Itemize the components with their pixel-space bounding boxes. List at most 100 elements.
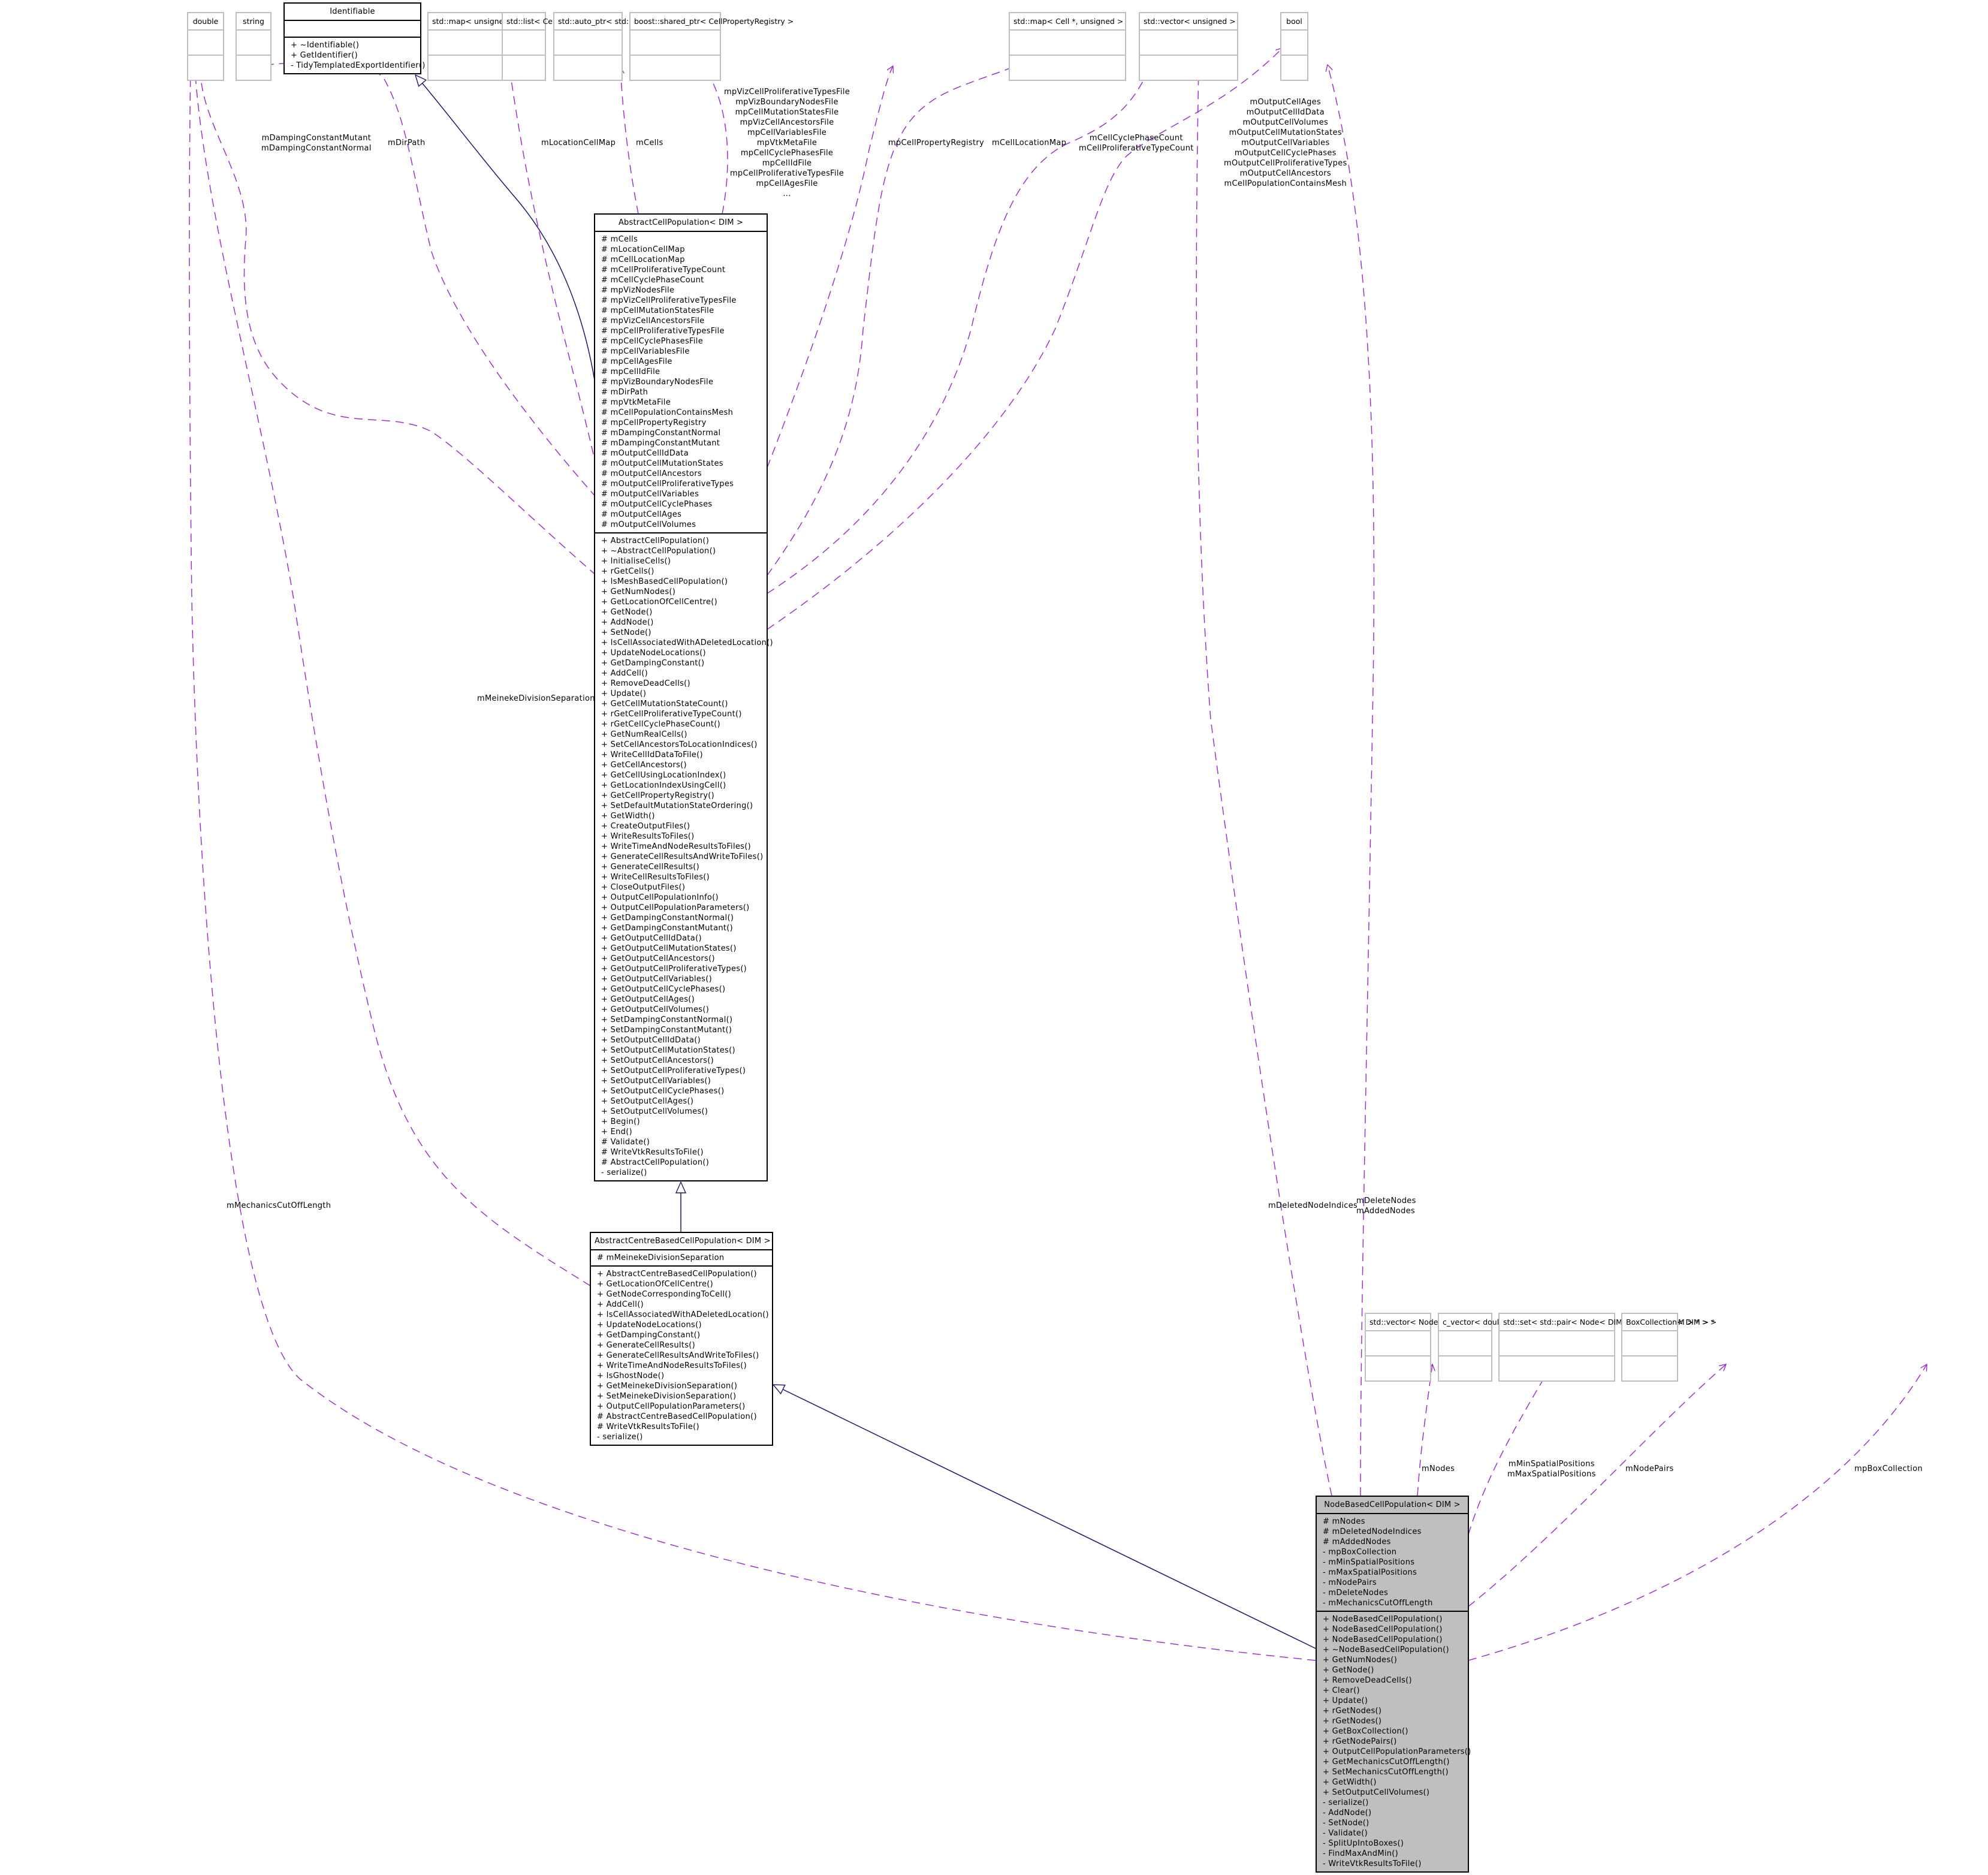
edge-label-nodes: mNodes [1422,1464,1455,1474]
edge-label-line: mpCellCyclePhasesFile [740,149,834,158]
class-title: BoxCollection< DIM > * [1626,1318,1715,1327]
attribute-row: # mpCellVariablesFile [601,347,690,356]
method-row: + SetOutputCellCyclePhases() [601,1087,725,1096]
class-abstract-centre-based-cell-population[interactable]: AbstractCentreBasedCellPopulation< DIM >… [590,1232,773,1446]
edge-label-dirpath: mDirPath [388,138,426,148]
class-identifiable[interactable]: Identifiable + ~Identifiable() + GetIdent… [283,2,425,74]
attribute-row: - mMechanicsCutOffLength [1323,1599,1433,1608]
edge-label-deleted-indices: mDeletedNodeIndices [1268,1201,1357,1211]
method-row: + GetBoxCollection() [1323,1727,1408,1736]
methods-section [188,55,223,80]
edge-spatial [1468,1364,1552,1535]
edge-label-line: mLocationCellMap [541,138,616,147]
method-row: + GetOutputCellVariables() [601,975,713,984]
edge-label-line: mpCellMutationStatesFile [735,108,839,117]
methods-section [429,55,503,80]
method-row: + ~AbstractCellPopulation() [601,547,716,556]
edge-label-line: mpCellProliferativeTypesFile [729,169,844,178]
edge-label-counts: mCellCyclePhaseCount mCellProliferativeTy… [1079,133,1194,153]
edge-label-cells: mCells [636,138,663,148]
attribute-row: # mOutputCellIdData [601,449,689,458]
method-row: + GetOutputCellProliferativeTypes() [601,964,747,973]
method-row: + AbstractCellPopulation() [601,536,710,545]
methods-section [1500,1355,1614,1380]
class-abstract-cell-population[interactable]: AbstractCellPopulation< DIM > # mCells # … [594,213,773,1181]
class-vector-node-ptr[interactable]: std::vector< Node< DIM > * > [1365,1313,1485,1382]
class-list-cellptr[interactable]: std::list< CellPtr > [502,12,576,81]
class-string[interactable]: string [236,12,271,81]
class-title: string [243,17,264,26]
attributes-section [1140,29,1237,55]
class-title: c_vector< double, DIM > [1443,1318,1537,1327]
method-row: - WriteVtkResultsToFile() [1323,1859,1422,1868]
method-row: + UpdateNodeLocations() [601,649,706,658]
class-vector-unsigned[interactable]: std::vector< unsigned > [1139,12,1238,81]
attribute-row: # mMeinekeDivisionSeparation [597,1253,725,1262]
method-row: + SetMechanicsCutOffLength() [1323,1768,1449,1777]
attributes-section [631,29,720,55]
class-box-collection[interactable]: BoxCollection< DIM > * [1621,1313,1715,1382]
method-row: + AddCell() [601,669,648,678]
attribute-row: # mAddedNodes [1323,1538,1391,1547]
attributes-section: # mNodes # mDeletedNodeIndices # mAddedNod… [1317,1513,1468,1611]
class-map-cell-unsigned[interactable]: std::map< Cell *, unsigned > [1009,12,1126,81]
method-row: + NodeBasedCellPopulation() [1323,1635,1443,1644]
method-row: # Validate() [601,1138,650,1147]
attribute-row: # mOutputCellVariables [601,490,699,499]
method-row: + SetOutputCellVolumes() [1323,1788,1430,1797]
method-row: # AbstractCentreBasedCellPopulation() [597,1412,757,1421]
edge-label-spatial: mMinSpatialPositions mMaxSpatialPositions [1507,1459,1596,1479]
edge-label-node-pairs: mNodePairs [1625,1464,1674,1474]
edge-label-line: mNodePairs [1625,1464,1674,1473]
edge-label-line: mpCellIdFile [762,159,812,168]
edge-label-bool-outputs: mOutputCellAges mOutputCellIdData mOutputC… [1224,97,1347,189]
method-row: - FindMaxAndMin() [1323,1849,1399,1858]
attribute-row: # mCellPopulationContainsMesh [601,408,734,417]
method-row: + AddCell() [597,1300,644,1309]
class-double[interactable]: double [187,12,224,81]
edge-label-line: mDampingConstantMutant [261,134,372,143]
method-row: # AbstractCellPopulation() [601,1158,710,1167]
edge-label-registry: mpCellPropertyRegistry [888,138,984,148]
method-row: + SetOutputCellProliferativeTypes() [601,1066,746,1075]
class-title: AbstractCentreBasedCellPopulation< DIM > [595,1237,771,1246]
method-row: - SetNode() [1323,1819,1369,1828]
class-title: Identifiable [330,7,375,16]
method-row: # WriteVtkResultsToFile() [601,1148,704,1157]
method-row: + GetCellMutationStateCount() [601,700,728,709]
method-row: + GetOutputCellVolumes() [601,1005,710,1014]
methods-section [1622,1355,1677,1380]
attribute-row: # mCellCyclePhaseCount [601,276,704,285]
class-node-based-cell-population[interactable]: NodeBasedCellPopulation< DIM > # mNodes #… [1316,1496,1471,1873]
class-title: std::set< std::pair< Node< DIM > *, Node… [1503,1318,1717,1327]
method-row: + GetOutputCellAges() [601,995,695,1004]
methods-section [1439,1355,1491,1380]
method-row: + GetLocationOfCellCentre() [601,598,717,607]
edge-label-line: mDirPath [388,138,426,147]
class-set-pair-node[interactable]: std::set< std::pair< Node< DIM > *, Node… [1498,1313,1717,1382]
attribute-row: # mDirPath [601,388,648,397]
method-row: + WriteResultsToFiles() [601,832,695,841]
method-row: + SetNode() [601,628,651,637]
method-row: + SetOutputCellVariables() [601,1077,711,1086]
method-row: + RemoveDeadCells() [1323,1676,1412,1685]
class-shared-ptr-registry[interactable]: boost::shared_ptr< CellPropertyRegistry … [629,12,794,81]
method-row: + SetCellAncestorsToLocationIndices() [601,740,758,749]
class-auto-ptr-ofstream[interactable]: std::auto_ptr< std::ofstream > [553,12,674,81]
method-row: + GetWidth() [601,812,655,821]
edge-label-line: mMaxSpatialPositions [1507,1470,1596,1479]
method-row: + AbstractCentreBasedCellPopulation() [597,1270,757,1279]
method-row: + SetOutputCellVolumes() [601,1107,708,1116]
method-row: + OutputCellPopulationInfo() [601,893,719,902]
attribute-row: # mpCellIdFile [601,367,660,376]
method-row: + GetWidth() [1323,1778,1377,1787]
class-c-vector-double[interactable]: c_vector< double, DIM > [1438,1313,1537,1382]
method-row: + GetNodeCorrespondingToCell() [597,1290,732,1299]
attribute-row: # mDampingConstantMutant [601,439,720,448]
method-row: + GetNode() [601,608,653,617]
attribute-row: # mpVizCellProliferativeTypesFile [601,296,737,305]
class-bool[interactable]: bool [1280,12,1308,81]
method-row: + GenerateCellResultsAndWriteToFiles() [597,1351,759,1360]
class-map-unsigned-cellptr[interactable]: std::map< unsigned, CellPtr > [427,12,547,81]
edge-label-line: mpVizBoundaryNodesFile [735,98,838,107]
